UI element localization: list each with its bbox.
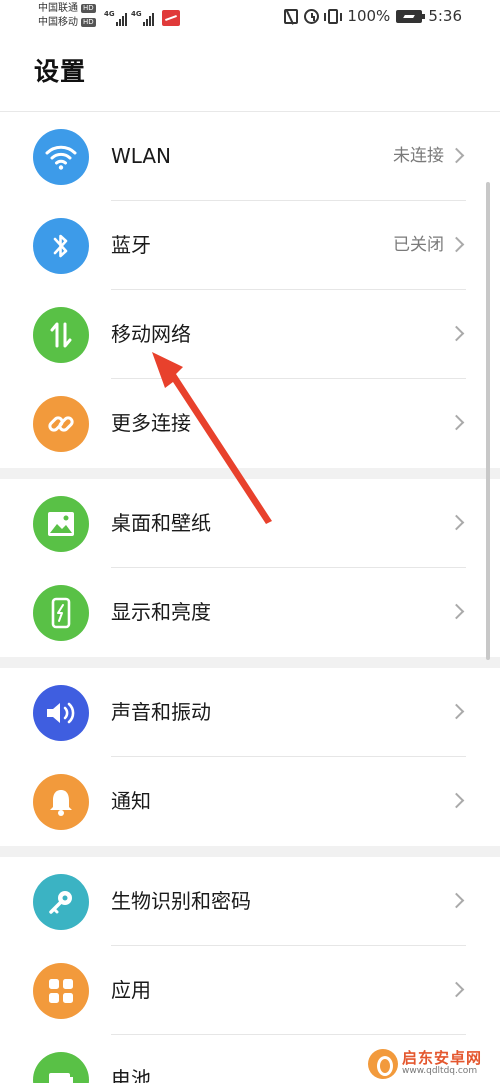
settings-item-wallpaper[interactable]: 桌面和壁纸 [0, 479, 500, 568]
battery-setting-icon [33, 1052, 89, 1083]
wlan-status: 未连接 [393, 146, 444, 166]
bluetooth-status: 已关闭 [393, 235, 444, 255]
speaker-icon [33, 685, 89, 741]
section-gap [0, 846, 500, 857]
settings-item-wlan[interactable]: WLAN 未连接 [0, 112, 500, 201]
bell-icon [33, 774, 89, 830]
chevron-right-icon [448, 236, 465, 253]
chevron-right-icon [448, 325, 465, 342]
chevron-right-icon [448, 603, 465, 620]
chevron-right-icon [448, 414, 465, 431]
chevron-right-icon [448, 514, 465, 531]
clock: 5:36 [428, 7, 462, 25]
settings-item-label: WLAN [111, 144, 172, 168]
settings-item-notifications[interactable]: 通知 [0, 757, 500, 846]
settings-item-mobile-network[interactable]: 移动网络 [0, 290, 500, 379]
display-icon [33, 585, 89, 641]
key-icon [33, 874, 89, 930]
settings-item-label: 移动网络 [111, 322, 191, 346]
signal-indicators: 4G 4G [104, 6, 180, 26]
nfc-icon [284, 8, 299, 24]
section-gap [0, 657, 500, 668]
battery-icon [396, 9, 426, 23]
settings-list: WLAN 未连接 蓝牙 已关闭 移动网络 更多连接 桌面和壁纸 显示和亮度 声音… [0, 112, 500, 1083]
chevron-right-icon [448, 147, 465, 164]
watermark-logo-icon [368, 1048, 398, 1079]
apps-grid-icon [33, 963, 89, 1019]
settings-item-biometrics[interactable]: 生物识别和密码 [0, 857, 500, 946]
settings-item-label: 声音和振动 [111, 700, 211, 724]
signal-icon: 4G [131, 10, 154, 26]
settings-item-more-connections[interactable]: 更多连接 [0, 379, 500, 468]
carrier-info: 中国联通 HD 中国移动 HD [38, 2, 96, 30]
link-icon [33, 396, 89, 452]
signal-icon: 4G [104, 10, 127, 26]
hd-badge: HD [81, 18, 96, 27]
chevron-right-icon [448, 703, 465, 720]
settings-item-display[interactable]: 显示和亮度 [0, 568, 500, 657]
bluetooth-icon [33, 218, 89, 274]
settings-item-label: 应用 [111, 978, 151, 1002]
watermark-url: www.qdltdq.com [402, 1065, 478, 1076]
chevron-right-icon [448, 792, 465, 809]
settings-item-label: 生物识别和密码 [111, 889, 251, 913]
settings-item-label: 通知 [111, 789, 151, 813]
settings-item-label: 电池 [111, 1067, 151, 1083]
carrier-1: 中国联通 [38, 3, 78, 14]
hd-badge: HD [81, 4, 96, 13]
network-type: 4G [104, 10, 115, 18]
wifi-icon [33, 129, 89, 185]
app-notification-icon [162, 10, 180, 26]
alarm-icon [304, 8, 320, 24]
watermark: 启东安卓网 www.qdltdq.com [368, 1044, 500, 1083]
settings-item-label: 蓝牙 [111, 233, 151, 257]
settings-item-sound[interactable]: 声音和振动 [0, 668, 500, 757]
settings-item-label: 桌面和壁纸 [111, 511, 211, 535]
network-type: 4G [131, 10, 142, 18]
carrier-2: 中国移动 [38, 17, 78, 28]
section-gap [0, 468, 500, 479]
settings-item-apps[interactable]: 应用 [0, 946, 500, 1035]
mobile-data-icon [33, 307, 89, 363]
scrollbar[interactable] [486, 182, 490, 660]
vibrate-icon [324, 8, 343, 24]
page-title: 设置 [34, 57, 87, 86]
status-bar: 中国联通 HD 中国移动 HD 4G 4G 100% 5:36 [0, 0, 500, 36]
settings-item-bluetooth[interactable]: 蓝牙 已关闭 [0, 201, 500, 290]
battery-percent: 100% [347, 7, 391, 25]
chevron-right-icon [448, 892, 465, 909]
image-icon [33, 496, 89, 552]
status-right: 100% 5:36 [284, 7, 462, 25]
settings-item-label: 更多连接 [111, 411, 191, 435]
chevron-right-icon [448, 981, 465, 998]
settings-item-label: 显示和亮度 [111, 600, 211, 624]
watermark-title: 启东安卓网 [402, 1049, 483, 1068]
